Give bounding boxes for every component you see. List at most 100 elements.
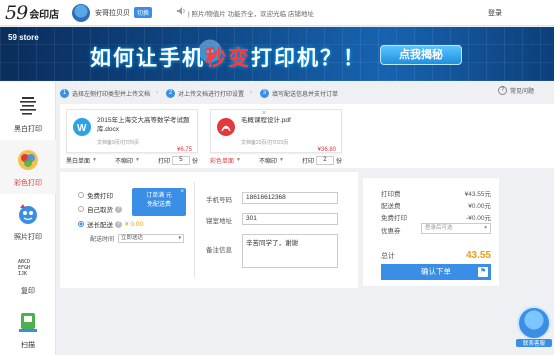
caret-down-icon: ▼ xyxy=(236,157,241,163)
tooltip-line: 订单满 元 xyxy=(146,193,172,199)
room-field[interactable]: 301 xyxy=(242,213,338,225)
print-label: 打印 xyxy=(301,158,314,165)
shrink-select[interactable]: 不缩印 ▼ xyxy=(259,156,284,165)
speaker-icon xyxy=(177,7,185,15)
login-link[interactable]: 登录 xyxy=(488,8,502,18)
radio-free-print[interactable]: 免费打印 xyxy=(78,190,113,200)
note-textarea[interactable]: 辛苦同学了，谢谢 xyxy=(242,234,338,268)
free-delivery-tooltip: × 订单满 元 免配送费 xyxy=(132,188,186,216)
summary-row-delivery-fee: 配送费 ¥0.00元 xyxy=(381,200,491,210)
support-avatar[interactable] xyxy=(517,306,551,340)
radio-button[interactable] xyxy=(78,221,84,227)
question-icon[interactable]: ? xyxy=(115,205,122,213)
order-steps: 1 选择左侧打印类型并上传文档 › 2 对上传文档进行打印设置 › 3 填写配送… xyxy=(60,86,550,100)
svg-text:IJK: IJK xyxy=(18,271,27,277)
color-mode-select[interactable]: 黑白单面 ▼ xyxy=(66,156,97,165)
sidebar-item-label: 彩色打印 xyxy=(14,180,42,187)
file-card[interactable]: W 2015年上海交大高等数学考试题库.docx 文档备9页/打印9页 ¥6.7… xyxy=(66,109,198,153)
delivery-time-select[interactable]: 立即送达 ▾ xyxy=(118,234,185,243)
sidebar-item-copy[interactable]: ABCD EFGH IJK 复印 xyxy=(0,248,56,302)
radio-button[interactable] xyxy=(78,192,84,198)
copies-input[interactable]: 5 xyxy=(171,155,190,165)
summary-value: ¥0.00元 xyxy=(468,203,491,210)
print-type-sidebar: 黑白打印 彩色打印 照片打印 ABCD EFGH IJK 复印 扫描 xyxy=(0,82,56,355)
summary-label: 免费打印 xyxy=(381,215,407,222)
file-name: 毛概课程设计.pdf xyxy=(241,117,291,124)
faq-label: 常见问题 xyxy=(510,89,535,95)
shrink-value: 不缩印 xyxy=(258,158,277,165)
user-name[interactable]: 安哥拉贝贝 xyxy=(95,8,130,18)
question-icon[interactable]: ? xyxy=(115,220,122,228)
banner-title-highlight: 秒变 xyxy=(205,47,251,70)
logo-text: 会印店 xyxy=(29,9,60,21)
color-mode-value: 黑白单面 xyxy=(66,158,91,165)
summary-row-print-fee: 打印费 ¥43.55元 xyxy=(381,188,491,198)
file-price: ¥36.80 xyxy=(317,147,336,153)
summary-row-free-print: 免费打印 -¥0.00元 xyxy=(381,212,491,222)
step-number: 2 xyxy=(166,88,176,98)
svg-text:W: W xyxy=(77,123,87,134)
total-row: 总计 43.55 xyxy=(381,250,491,261)
sidebar-item-scan[interactable]: 扫描 xyxy=(0,302,56,355)
shrink-select[interactable]: 不缩印 ▼ xyxy=(115,156,140,165)
step-number: 3 xyxy=(260,88,270,98)
site-logo[interactable]: 59 会印店 xyxy=(5,2,59,24)
sidebar-item-bw-print[interactable]: 黑白打印 xyxy=(0,86,56,140)
file-name: 2015年上海交大高等数学考试题库.docx xyxy=(97,117,190,133)
step-number: 1 xyxy=(60,88,69,98)
file-card[interactable]: 毛概课程设计.pdf 文档备23页/打印23页 ¥36.80 xyxy=(210,109,342,153)
pdf-icon xyxy=(217,118,235,136)
switch-store-button[interactable]: 切换 xyxy=(134,7,153,18)
copies-stepper[interactable]: 打印 5 份 xyxy=(158,155,198,165)
radio-delivery[interactable]: 送长配送 ? ¥ 0.00 xyxy=(78,219,143,229)
sidebar-item-label: 黑白打印 xyxy=(14,126,42,133)
radio-label: 免费打印 xyxy=(87,193,113,200)
confirm-label: 确认下单 xyxy=(421,267,451,276)
scan-icon xyxy=(19,313,37,332)
cart-icon: ⚑ xyxy=(478,267,488,277)
banner-title: 如何让手机秒变打印机？！ xyxy=(90,42,366,72)
time-value: 立即送达 xyxy=(121,235,144,241)
coupon-placeholder: 登录后可选 xyxy=(425,225,453,231)
close-icon[interactable]: × xyxy=(180,188,184,197)
delivery-fee: ¥ 0.00 xyxy=(125,220,144,228)
copies-stepper[interactable]: 打印 2 份 xyxy=(301,155,342,165)
support-label[interactable]: 联系客服 xyxy=(516,339,552,347)
confirm-order-button[interactable]: 确认下单 ⚑ xyxy=(381,264,491,280)
step-text: 选择左侧打印类型并上传文档 xyxy=(72,91,151,98)
caret-down-icon: ▼ xyxy=(278,157,284,163)
radio-button[interactable] xyxy=(78,206,84,212)
chevron-down-icon: ▾ xyxy=(178,235,182,241)
question-icon: ? xyxy=(498,86,507,95)
copy-icon: ABCD EFGH IJK xyxy=(18,259,30,277)
file-meta: 文档备23页/打印23页 xyxy=(241,140,289,146)
sidebar-item-label: 复印 xyxy=(21,288,35,295)
copies-input[interactable]: 2 xyxy=(315,155,334,165)
sidebar-item-color-print[interactable]: 彩色打印 xyxy=(0,140,56,194)
chevron-right-icon: › xyxy=(156,90,159,96)
delivery-time-row: 配送时间 立即送达 ▾ xyxy=(90,234,185,243)
uploaded-files-panel: W 2015年上海交大高等数学考试题库.docx 文档备9页/打印9页 ¥6.7… xyxy=(60,104,554,168)
faq-link[interactable]: ? 常见问题 xyxy=(498,86,534,95)
reveal-button[interactable]: 点我揭秘 xyxy=(380,45,462,65)
file-options: 黑白单面 ▼ 不缩印 ▼ 打印 5 份 xyxy=(66,154,198,166)
phone-field[interactable]: 18616612368 xyxy=(242,192,338,204)
radio-label: 自己取货 xyxy=(87,207,113,214)
unit-label: 份 xyxy=(335,158,342,165)
avatar[interactable] xyxy=(72,4,90,22)
phone-label: 手机号码 xyxy=(206,197,232,204)
color-mode-select[interactable]: 彩色单面 ▼ xyxy=(210,156,241,165)
step-text: 填写配送信息并支付订单 xyxy=(272,91,339,98)
sidebar-item-photo-print[interactable]: 照片打印 xyxy=(0,194,56,248)
step-2: 2 对上传文档进行打印设置 › xyxy=(166,88,252,98)
order-summary: 打印费 ¥43.55元 配送费 ¥0.00元 免费打印 -¥0.00元 优惠券 … xyxy=(363,178,499,286)
top-header: 59 会印店 安哥拉贝贝 切换 | 照片/物值片 功能齐全，欢迎光临 店铺地址 … xyxy=(0,0,554,26)
radio-self-pickup[interactable]: 自己取货 ? xyxy=(78,204,122,214)
color-print-icon xyxy=(18,150,38,170)
total-label: 总计 xyxy=(381,253,395,260)
coupon-select[interactable]: 登录后可选 ▾ xyxy=(421,223,491,234)
close-icon[interactable]: × xyxy=(262,110,269,117)
promo-banner[interactable]: 59 store 如何让手机秒变打印机？！ 点我揭秘 xyxy=(0,27,554,81)
bw-print-icon xyxy=(20,97,36,115)
room-label: 寝室地址 xyxy=(206,218,232,225)
